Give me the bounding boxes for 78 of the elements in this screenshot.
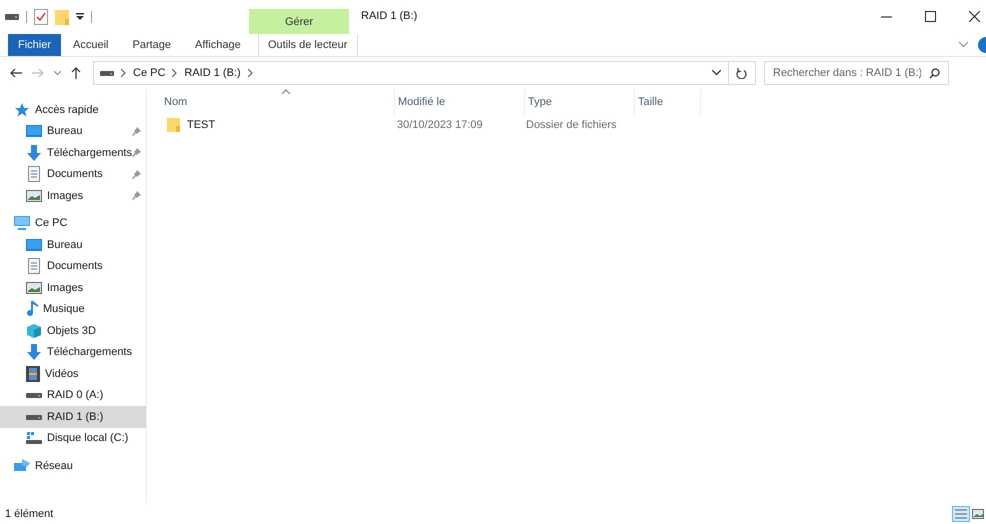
desktop-icon (26, 125, 42, 138)
ribbon-tab[interactable]: Outils de lecteur (258, 34, 358, 56)
computer-icon (14, 216, 30, 230)
column-header[interactable]: Taille (635, 89, 701, 115)
properties-icon[interactable] (34, 9, 48, 25)
chevron-icon[interactable] (959, 42, 968, 48)
drive-icon (26, 412, 42, 421)
sidebar-item[interactable]: Images (0, 277, 146, 298)
close-icon[interactable] (969, 11, 980, 22)
sidebar-item[interactable]: Téléchargements (0, 342, 146, 363)
folder-icon (167, 118, 181, 132)
refresh-icon[interactable] (736, 67, 747, 79)
sidebar-item[interactable]: Ce PC (0, 212, 146, 234)
cube-icon (26, 322, 42, 339)
sidebar-item[interactable]: Accès rapide (0, 99, 146, 120)
status-text: 1 élément (5, 508, 54, 520)
address-bar[interactable]: Ce PC RAID 1 (B:) (93, 61, 756, 85)
star-icon (14, 102, 30, 117)
drive-icon[interactable] (5, 13, 19, 21)
drive-icon (26, 391, 42, 400)
large-icons-view-icon[interactable] (972, 509, 984, 519)
maximize-icon[interactable] (925, 11, 936, 22)
sidebar-item[interactable]: Images (0, 185, 146, 206)
sidebar-item[interactable]: Documents (0, 164, 146, 185)
system-drive-icon (26, 432, 42, 444)
dropdown-icon[interactable] (76, 13, 84, 21)
chevron-icon[interactable] (54, 70, 61, 76)
file-row[interactable]: TEST 30/10/2023 17:09 Dossier de fichiers (164, 115, 986, 135)
sidebar-item[interactable]: Vidéos (0, 363, 146, 384)
sidebar-item[interactable]: RAID 1 (B:) (0, 406, 146, 428)
separator-icon (172, 69, 178, 77)
column-header[interactable]: Modifié le (395, 89, 525, 115)
back-icon[interactable] (10, 68, 22, 78)
sidebar-item[interactable]: Réseau (0, 455, 146, 476)
context-tab-header: Gérer (249, 9, 349, 34)
table-cell-text: 30/10/2023 17:09 (396, 119, 484, 131)
ribbon-tab[interactable]: Fichier (8, 34, 62, 56)
sort-icon (282, 89, 290, 94)
help-icon[interactable] (976, 37, 986, 53)
dropdown-icon[interactable] (712, 70, 721, 76)
pin-icon[interactable] (132, 148, 141, 158)
music-note-icon (26, 301, 38, 318)
details-view-icon[interactable] (952, 506, 970, 522)
breadcrumb[interactable]: RAID 1 (B:) (184, 67, 241, 79)
separator-icon (121, 69, 126, 77)
sidebar-item[interactable]: Disque local (C:) (0, 428, 146, 449)
sidebar-item[interactable]: Bureau (0, 120, 146, 142)
sidebar-item[interactable]: Documents (0, 256, 146, 277)
pin-icon[interactable] (132, 126, 141, 136)
ribbon-tab[interactable]: Partage (120, 34, 184, 56)
up-icon[interactable] (71, 67, 81, 79)
ribbon-tab[interactable]: Accueil (61, 34, 120, 56)
file-name: TEST (187, 119, 216, 131)
window-title: RAID 1 (B:) (360, 10, 418, 24)
sidebar-item[interactable]: Musique (0, 298, 146, 320)
separator-icon (248, 69, 253, 77)
column-header[interactable]: Nom (164, 89, 395, 115)
image-icon (26, 282, 42, 294)
pin-icon[interactable] (132, 170, 141, 179)
sidebar-item[interactable]: Téléchargements (0, 142, 146, 164)
drive-icon (100, 69, 114, 77)
search-icon (929, 68, 940, 78)
breadcrumb[interactable]: Ce PC (133, 67, 166, 79)
table-cell-text: Dossier de fichiers (525, 119, 618, 131)
sidebar-item[interactable]: Bureau (0, 234, 146, 256)
document-icon (26, 166, 42, 182)
download-icon (26, 144, 42, 161)
download-icon (26, 344, 42, 360)
image-icon (26, 190, 42, 202)
desktop-icon (26, 238, 42, 251)
pin-icon[interactable] (132, 191, 141, 200)
ribbon-tab[interactable]: Affichage (183, 34, 253, 56)
column-header[interactable]: Type (525, 89, 635, 115)
network-icon (14, 458, 30, 473)
film-icon (26, 366, 40, 382)
document-icon (26, 258, 42, 274)
sidebar-item[interactable]: RAID 0 (A:) (0, 384, 146, 406)
sidebar-item[interactable]: Objets 3D (0, 320, 146, 342)
